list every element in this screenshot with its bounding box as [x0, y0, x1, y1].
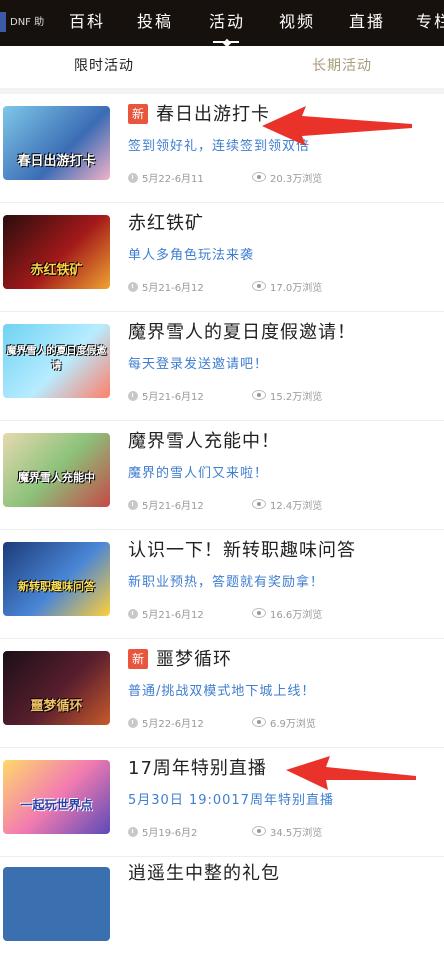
thumbnail-text: 春日出游打卡 — [17, 154, 96, 169]
activity-title: 魔界雪人充能中！ — [128, 431, 280, 452]
activity-views-text: 16.6万浏览 — [270, 610, 323, 621]
eye-icon — [252, 172, 266, 182]
activity-item[interactable]: 逍遥生中整的礼包 — [0, 857, 444, 965]
thumbnail-text: 一起玩世界点 — [20, 798, 93, 812]
tab-tougao[interactable]: 投稿 — [137, 0, 173, 46]
activity-views-text: 20.3万浏览 — [270, 174, 323, 185]
clock-icon — [128, 500, 138, 510]
activity-views-text: 12.4万浏览 — [270, 501, 323, 512]
tab-zhuanlan[interactable]: 专栏 — [416, 0, 444, 46]
thumbnail-text: 魔界雪人的夏日度假邀请 — [6, 346, 107, 372]
annotation-arrow — [286, 756, 416, 790]
active-tab-indicator — [222, 38, 232, 46]
tab-shipin[interactable]: 视频 — [279, 0, 315, 46]
activity-thumbnail: 赤红铁矿 — [3, 215, 110, 289]
clock-icon — [128, 391, 138, 401]
subtab-limited[interactable]: 限时活动 — [74, 46, 134, 88]
clock-icon — [128, 173, 138, 183]
activity-date-text: 5月21-6月12 — [142, 501, 204, 512]
activity-date: 5月19-6月2 — [128, 824, 197, 839]
activity-title-text: 噩梦循环 — [156, 649, 232, 670]
activity-date: 5月21-6月12 — [128, 279, 204, 294]
app-logo-text: DNF 助手 — [10, 17, 45, 28]
thumbnail-text: 新转职趣味问答 — [18, 580, 95, 593]
activity-item[interactable]: 赤红铁矿 赤红铁矿 单人多角色玩法来袭 5月21-6月12 17.0万浏览 — [0, 203, 444, 312]
activity-date: 5月21-6月12 — [128, 497, 204, 512]
activity-item[interactable]: 新转职趣味问答 认识一下！新转职趣味问答 新职业预热，答题就有奖励拿！ 5月21… — [0, 530, 444, 639]
thumbnail-text: 噩梦循环 — [30, 699, 83, 714]
activity-views: 17.0万浏览 — [252, 279, 322, 294]
activity-subtitle: 魔界的雪人们又来啦！ — [128, 466, 269, 481]
activity-views-text: 17.0万浏览 — [270, 283, 323, 294]
tab-zhibo[interactable]: 直播 — [349, 0, 385, 46]
activity-views: 20.3万浏览 — [252, 170, 322, 185]
activity-views-text: 15.2万浏览 — [270, 392, 323, 403]
activity-date-text: 5月21-6月12 — [142, 283, 204, 294]
activity-title: 新噩梦循环 — [128, 645, 232, 671]
eye-icon — [252, 499, 266, 509]
activity-date: 5月21-6月12 — [128, 388, 204, 403]
clock-icon — [128, 609, 138, 619]
activity-title: 魔界雪人的夏日度假邀请！ — [128, 322, 356, 343]
activity-item[interactable]: 魔界雪人充能中 魔界雪人充能中！ 魔界的雪人们又来啦！ 5月21-6月12 12… — [0, 421, 444, 530]
activity-views: 12.4万浏览 — [252, 497, 322, 512]
activity-thumbnail: 噩梦循环 — [3, 651, 110, 725]
activity-title: 逍遥生中整的礼包 — [128, 863, 280, 884]
tab-baike[interactable]: 百科 — [69, 0, 105, 46]
eye-icon — [252, 608, 266, 618]
activity-subtabs: 限时活动 长期活动 — [0, 46, 444, 88]
activity-date-text: 5月22-6月12 — [142, 719, 204, 730]
activity-title: 认识一下！新转职趣味问答 — [128, 540, 356, 561]
activity-views: 34.5万浏览 — [252, 824, 322, 839]
activity-title: 17周年特别直播 — [128, 758, 267, 779]
thumbnail-text: 赤红铁矿 — [30, 263, 83, 278]
thumbnail-text: 魔界雪人充能中 — [18, 471, 95, 484]
activity-views-text: 34.5万浏览 — [270, 828, 323, 839]
activity-date-text: 5月21-6月12 — [142, 610, 204, 621]
eye-icon — [252, 717, 266, 727]
subtab-longterm[interactable]: 长期活动 — [312, 46, 372, 88]
activity-date-text: 5月19-6月2 — [142, 828, 198, 839]
new-badge: 新 — [128, 649, 148, 669]
clock-icon — [128, 282, 138, 292]
eye-icon — [252, 390, 266, 400]
clock-icon — [128, 827, 138, 837]
top-nav-bar: DNF 助手 百科 投稿 活动 视频 直播 专栏 — [0, 0, 444, 46]
activity-views: 16.6万浏览 — [252, 606, 322, 621]
activity-date-text: 5月22-6月11 — [142, 174, 204, 185]
activity-subtitle: 单人多角色玩法来袭 — [128, 248, 255, 263]
tab-huodong-label: 活动 — [209, 12, 246, 31]
activity-thumbnail: 魔界雪人充能中 — [3, 433, 110, 507]
eye-icon — [252, 281, 266, 291]
activity-date-text: 5月21-6月12 — [142, 392, 204, 403]
clock-icon — [128, 718, 138, 728]
activity-thumbnail — [3, 867, 110, 941]
activity-subtitle: 普通/挑战双模式地下城上线！ — [128, 684, 316, 699]
activity-views-text: 6.9万浏览 — [270, 719, 316, 730]
activity-views: 15.2万浏览 — [252, 388, 322, 403]
activity-date: 5月22-6月11 — [128, 170, 204, 185]
annotation-arrow — [262, 106, 412, 146]
activity-date: 5月22-6月12 — [128, 715, 204, 730]
tab-huodong[interactable]: 活动 — [209, 0, 245, 46]
app-logo[interactable]: DNF 助手 — [0, 8, 46, 38]
activity-thumbnail: 一起玩世界点 — [3, 760, 110, 834]
activity-subtitle: 新职业预热，答题就有奖励拿！ — [128, 575, 325, 590]
activity-title: 新春日出游打卡 — [128, 100, 270, 126]
activity-thumbnail: 魔界雪人的夏日度假邀请 — [3, 324, 110, 398]
new-badge: 新 — [128, 104, 148, 124]
activity-views: 6.9万浏览 — [252, 715, 316, 730]
activity-title-text: 春日出游打卡 — [156, 104, 270, 125]
activity-item[interactable]: 魔界雪人的夏日度假邀请 魔界雪人的夏日度假邀请！ 每天登录发送邀请吧！ 5月21… — [0, 312, 444, 421]
activity-title: 赤红铁矿 — [128, 213, 204, 234]
activity-item[interactable]: 噩梦循环 新噩梦循环 普通/挑战双模式地下城上线！ 5月22-6月12 6.9万… — [0, 639, 444, 748]
activity-date: 5月21-6月12 — [128, 606, 204, 621]
activity-subtitle: 每天登录发送邀请吧！ — [128, 357, 269, 372]
activity-thumbnail: 新转职趣味问答 — [3, 542, 110, 616]
eye-icon — [252, 826, 266, 836]
activity-thumbnail: 春日出游打卡 — [3, 106, 110, 180]
